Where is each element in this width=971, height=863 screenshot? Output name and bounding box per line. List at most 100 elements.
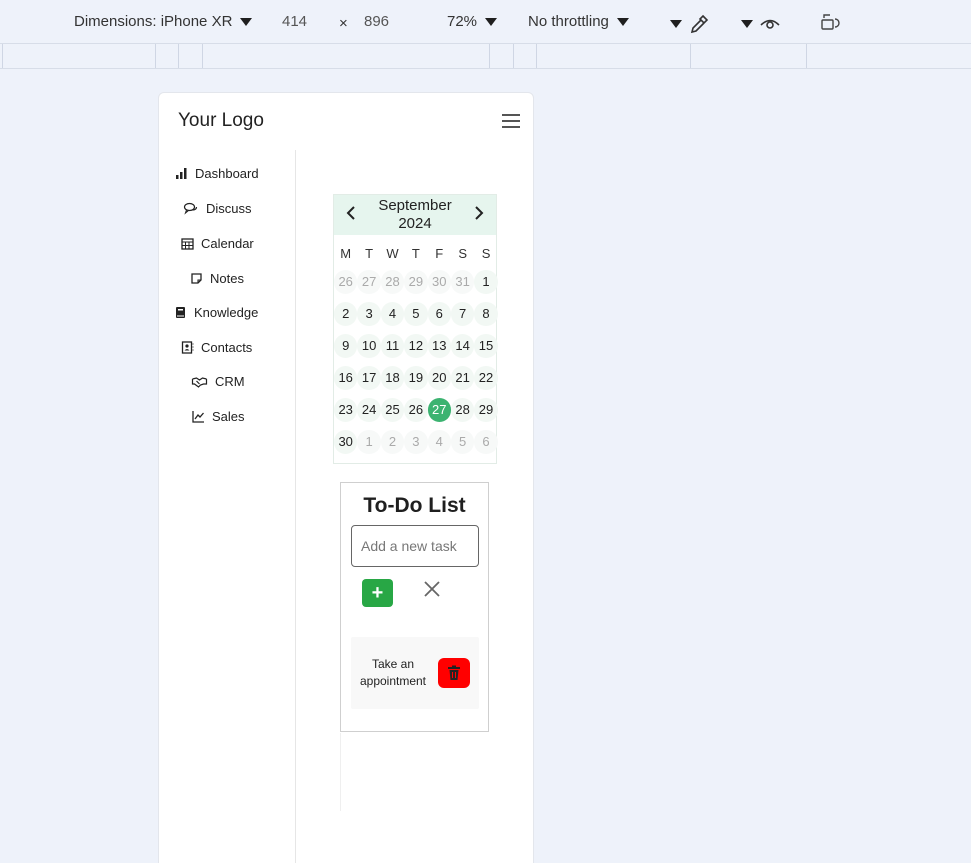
calendar-day[interactable]: 15	[474, 334, 498, 358]
chevron-right-icon	[475, 205, 484, 220]
chevron-down-icon	[670, 20, 682, 28]
weekday-label: W	[386, 246, 399, 262]
weekday-label: F	[435, 246, 444, 262]
zoom-dropdown[interactable]: 72%	[447, 13, 498, 30]
weekday-label: M	[340, 246, 352, 262]
calendar-day[interactable]: 13	[427, 334, 451, 358]
add-task-button[interactable]: +	[362, 579, 393, 607]
devtools-toolbar: Dimensions: iPhone XR 414 × 896 72% No t…	[0, 0, 971, 44]
sidebar-item-label: Calendar	[201, 236, 254, 251]
calendar-day-outside: 30	[427, 270, 451, 294]
eyedropper-dropdown[interactable]	[662, 13, 710, 35]
ruler-tick	[202, 44, 203, 68]
sidebar-item-dashboard[interactable]: Dashboard	[175, 166, 259, 181]
week-row: 23 24 25 26 27 28 29	[334, 394, 498, 426]
calendar-day[interactable]: 28	[450, 398, 475, 422]
sidebar-item-label: CRM	[215, 374, 245, 389]
sidebar: Dashboard Discuss Calendar Notes Knowled…	[159, 150, 296, 863]
ruler-tick	[536, 44, 537, 68]
sidebar-item-sales[interactable]: Sales	[192, 409, 245, 424]
sidebar-item-notes[interactable]: Notes	[190, 271, 244, 286]
calendar-icon	[181, 238, 194, 250]
todo-item-text: Take an appointment	[359, 657, 427, 688]
calendar-day-outside: 2	[380, 430, 405, 454]
chevron-down-icon	[616, 17, 629, 26]
ruler-tick	[178, 44, 179, 68]
weekday-label: S	[458, 246, 467, 262]
calendar-day[interactable]: 21	[450, 366, 475, 390]
calendar-day[interactable]: 3	[357, 302, 381, 326]
divider	[340, 733, 341, 811]
calendar-day[interactable]: 9	[334, 334, 358, 358]
hamburger-menu-icon[interactable]	[502, 114, 520, 128]
week-row: 2345678	[334, 298, 498, 330]
ruler-tick	[806, 44, 807, 68]
calendar-day[interactable]: 17	[357, 366, 381, 390]
contact-card-icon	[181, 341, 194, 354]
sidebar-item-discuss[interactable]: Discuss	[183, 201, 252, 216]
delete-task-button[interactable]	[438, 658, 470, 688]
eyedropper-icon	[690, 14, 709, 34]
calendar-day[interactable]: 4	[380, 302, 405, 326]
calendar-day[interactable]: 22	[474, 366, 498, 390]
calendar-day[interactable]: 7	[450, 302, 475, 326]
throttling-dropdown[interactable]: No throttling	[528, 13, 629, 30]
week-row: 16 17 18 19 20 21 22	[334, 362, 498, 394]
calendar-day-today[interactable]: 27	[427, 398, 451, 422]
calendar-day[interactable]: 5	[404, 302, 428, 326]
times-icon: ×	[339, 15, 348, 32]
calendar-day[interactable]: 16	[334, 366, 358, 390]
device-dimensions-dropdown[interactable]: Dimensions: iPhone XR	[74, 13, 253, 30]
close-icon	[424, 581, 440, 597]
calendar-header: September 2024	[334, 195, 496, 235]
calendar-day[interactable]: 29	[474, 398, 498, 422]
calendar-day[interactable]: 25	[380, 398, 405, 422]
calendar-day[interactable]: 24	[357, 398, 381, 422]
calendar-day[interactable]: 30	[334, 430, 358, 454]
chevron-down-icon	[741, 20, 753, 28]
todo-title: To-Do List	[363, 494, 466, 517]
sidebar-item-knowledge[interactable]: Knowledge	[174, 305, 258, 320]
ruler-tick	[2, 44, 3, 68]
calendar-day[interactable]: 19	[404, 366, 428, 390]
rotate-device-button[interactable]	[820, 13, 842, 33]
calendar-day[interactable]: 8	[474, 302, 498, 326]
calendar-day[interactable]: 14	[450, 334, 475, 358]
calendar-day[interactable]: 10	[357, 334, 381, 358]
weekday-label: T	[365, 246, 374, 262]
ruler-tick	[155, 44, 156, 68]
clear-input-button[interactable]	[421, 578, 443, 600]
calendar-grid: M T W T F S S 26 27 28 29 30 31 1 2 3 4 5 6 7 8 9 10 11 12 13 14 15…	[334, 242, 498, 458]
book-icon	[176, 307, 185, 318]
calendar-day[interactable]: 11	[380, 334, 405, 358]
next-month-button[interactable]	[474, 205, 484, 226]
week-row: 9 10 11 12 13 14 15	[334, 330, 498, 362]
vision-dropdown[interactable]	[733, 13, 781, 35]
sidebar-item-contacts[interactable]: Contacts	[181, 340, 252, 355]
sidebar-item-crm[interactable]: CRM	[191, 374, 245, 389]
calendar-day[interactable]: 20	[427, 366, 451, 390]
calendar-day-outside: 6	[474, 430, 498, 454]
calendar-day[interactable]: 26	[404, 398, 428, 422]
calendar-day[interactable]: 12	[404, 334, 428, 358]
calendar-day-outside: 5	[450, 430, 475, 454]
sidebar-item-calendar[interactable]: Calendar	[181, 236, 254, 251]
chevron-down-icon	[485, 17, 498, 26]
sidebar-item-label: Contacts	[201, 340, 253, 355]
calendar-day[interactable]: 23	[334, 398, 358, 422]
calendar-day[interactable]: 6	[427, 302, 451, 326]
device-viewport: Your Logo Dashboard Discuss Calendar Not…	[158, 92, 534, 863]
logo: Your Logo	[178, 110, 264, 131]
width-field[interactable]: 414	[282, 13, 307, 30]
calendar-day[interactable]: 18	[380, 366, 405, 390]
sidebar-item-label: Notes	[210, 271, 244, 286]
calendar-year: 2024	[398, 215, 432, 232]
weekday-label: S	[481, 246, 491, 262]
calendar-day[interactable]: 2	[334, 302, 358, 326]
new-task-input[interactable]	[351, 525, 479, 567]
throttling-label: No throttling	[528, 13, 609, 30]
prev-month-button[interactable]	[346, 205, 356, 226]
height-field[interactable]: 896	[364, 13, 389, 30]
calendar-day-outside: 26	[334, 270, 358, 294]
calendar-day[interactable]: 1	[474, 270, 498, 294]
